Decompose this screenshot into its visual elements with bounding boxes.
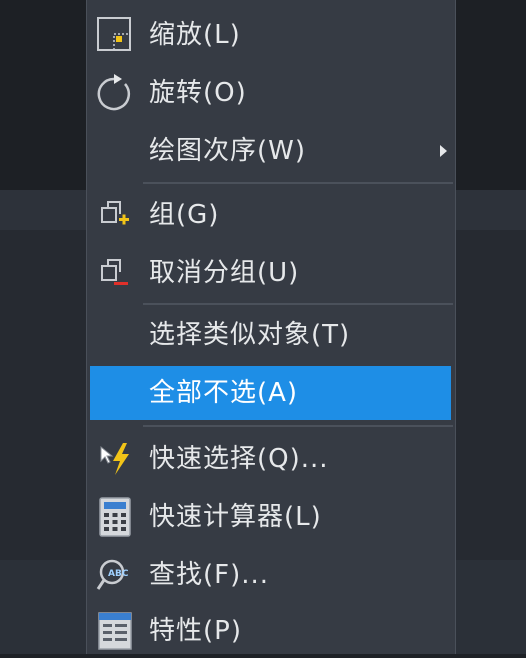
menu-item-rotate[interactable]: 旋转(O) <box>87 66 455 120</box>
menu-item-label: 查找(F)... <box>149 560 270 590</box>
menu-item-label: 快速计算器(L) <box>149 502 322 532</box>
menu-item-find[interactable]: ABC 查找(F)... <box>87 548 455 602</box>
menu-item-label: 选择类似对象(T) <box>149 320 351 350</box>
menu-item-quick-calculator[interactable]: 快速计算器(L) <box>87 490 455 544</box>
menu-item-select-similar[interactable]: 选择类似对象(T) <box>87 308 455 362</box>
svg-text:ABC: ABC <box>108 569 129 579</box>
menu-item-label: 快速选择(Q)... <box>149 444 329 474</box>
rotate-icon <box>87 66 143 120</box>
menu-item-ungroup[interactable]: 取消分组(U) <box>87 246 455 300</box>
menu-separator <box>143 182 453 184</box>
submenu-arrow-icon <box>440 145 447 157</box>
menu-item-group[interactable]: 组(G) <box>87 188 455 242</box>
menu-item-properties[interactable]: 特性(P) <box>87 604 455 658</box>
menu-item-label: 全部不选(A) <box>149 378 299 408</box>
menu-item-label: 特性(P) <box>149 616 242 646</box>
menu-item-label: 旋转(O) <box>149 78 247 108</box>
menu-item-draw-order[interactable]: 绘图次序(W) <box>87 124 455 178</box>
group-icon <box>87 188 143 242</box>
menu-item-deselect-all[interactable]: 全部不选(A) <box>90 366 451 420</box>
ungroup-icon <box>87 246 143 300</box>
calculator-icon <box>87 490 143 544</box>
menu-item-label: 绘图次序(W) <box>149 136 306 166</box>
properties-icon <box>87 604 143 658</box>
menu-item-quick-select[interactable]: 快速选择(Q)... <box>87 432 455 486</box>
quick-select-icon <box>87 432 143 486</box>
menu-separator <box>143 425 453 427</box>
menu-item-label: 取消分组(U) <box>149 258 300 288</box>
context-menu: 缩放(L) 旋转(O) 绘图次序(W) 组(G) 取消分组(U) 选择类似对象(… <box>86 0 456 654</box>
menu-item-zoom[interactable]: 缩放(L) <box>87 8 455 62</box>
menu-item-label: 缩放(L) <box>149 20 241 50</box>
menu-separator <box>143 303 453 305</box>
menu-item-label: 组(G) <box>149 200 220 230</box>
find-icon: ABC <box>87 548 143 602</box>
zoom-icon <box>87 8 143 62</box>
